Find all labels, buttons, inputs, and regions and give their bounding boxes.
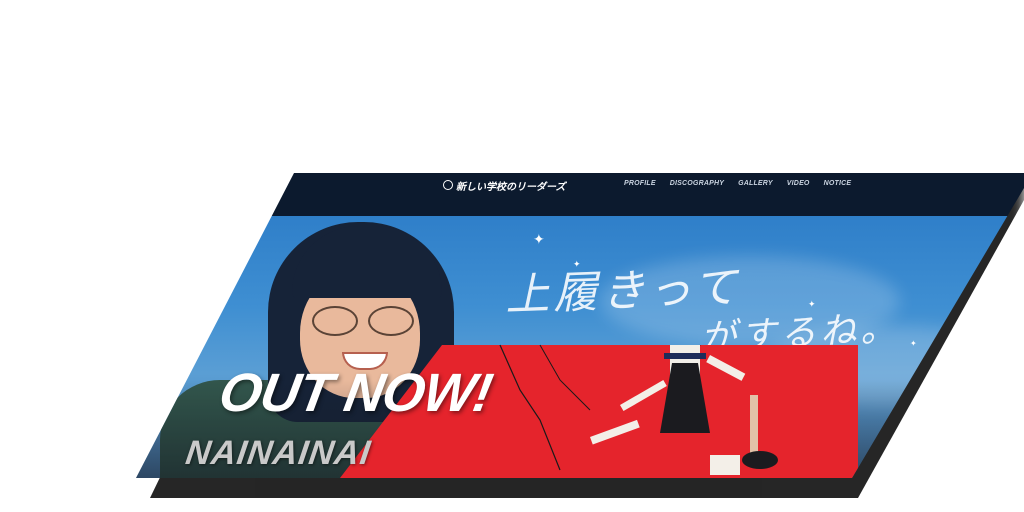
glasses-icon <box>312 306 424 338</box>
headline-out-now: OUT NOW! <box>214 363 497 423</box>
website-card: ✦ ✦ ✦ ✦ 上履きって がするね。 OUT NOW! NAINAINAI 新… <box>136 173 1024 478</box>
site-logo[interactable]: 新しい学校のリーダーズ <box>443 178 566 193</box>
nav-profile[interactable]: PROFILE <box>624 180 656 187</box>
nav-gallery[interactable]: GALLERY <box>738 180 773 187</box>
nav-discography[interactable]: DISCOGRAPHY <box>670 180 724 187</box>
dancer-figures <box>590 345 778 475</box>
sparkle-icon: ✦ <box>910 339 917 348</box>
logo-emblem-icon <box>443 180 453 190</box>
main-nav: PROFILE DISCOGRAPHY GALLERY VIDEO NOTICE <box>624 180 851 187</box>
nav-notice[interactable]: NOTICE <box>824 180 852 187</box>
sparkle-icon: ✦ <box>533 231 545 247</box>
release-title[interactable]: NAINAINAI <box>183 434 373 473</box>
logo-text: 新しい学校のリーダーズ <box>456 181 566 193</box>
nav-video[interactable]: VIDEO <box>787 180 810 187</box>
